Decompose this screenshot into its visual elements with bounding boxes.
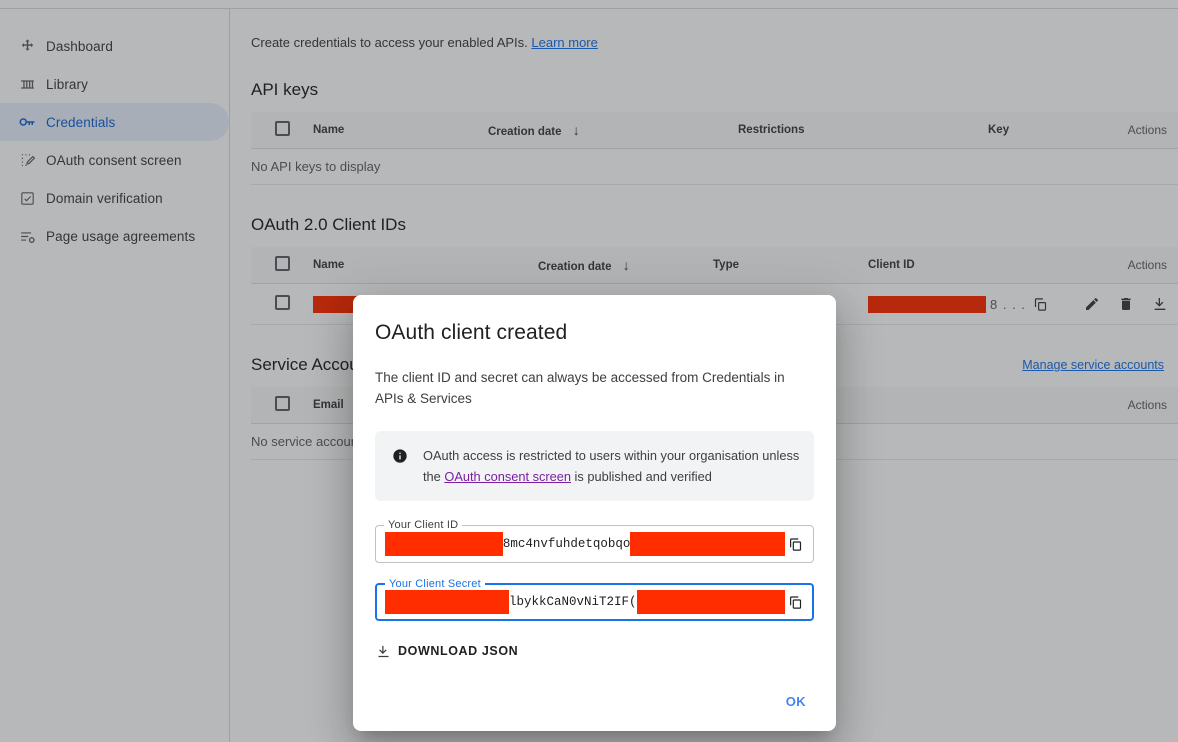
- dialog-body-text: The client ID and secret can always be a…: [375, 367, 795, 409]
- redaction-bar: [630, 532, 785, 556]
- client-id-visible-text: 8mc4nvfuhdetqobqo: [503, 537, 631, 551]
- copy-icon[interactable]: [785, 534, 805, 554]
- redaction-bar: [385, 532, 503, 556]
- oauth-restriction-banner: OAuth access is restricted to users with…: [375, 431, 814, 501]
- oauth-client-created-dialog: OAuth client created The client ID and s…: [353, 295, 836, 731]
- dialog-footer: OK: [776, 686, 816, 717]
- copy-icon[interactable]: [785, 592, 805, 612]
- client-secret-field[interactable]: Your Client Secret lbykkCaN0vNiT2IF(: [375, 583, 814, 621]
- client-secret-visible-text: lbykkCaN0vNiT2IF(: [509, 595, 637, 609]
- banner-text: OAuth access is restricted to users with…: [423, 445, 800, 487]
- download-icon: [375, 643, 391, 659]
- client-secret-label: Your Client Secret: [385, 578, 485, 590]
- client-id-field[interactable]: Your Client ID 8mc4nvfuhdetqobqo: [375, 525, 814, 563]
- banner-text-after: is published and verified: [571, 469, 712, 484]
- ok-button[interactable]: OK: [776, 686, 816, 717]
- download-json-button[interactable]: DOWNLOAD JSON: [375, 643, 518, 659]
- dialog-title: OAuth client created: [375, 321, 814, 345]
- client-id-value[interactable]: 8mc4nvfuhdetqobqo: [385, 532, 785, 556]
- download-json-label: DOWNLOAD JSON: [398, 644, 518, 658]
- client-secret-value[interactable]: lbykkCaN0vNiT2IF(: [385, 590, 785, 614]
- redaction-bar: [637, 590, 785, 614]
- info-icon: [391, 447, 409, 465]
- redaction-bar: [385, 590, 509, 614]
- oauth-consent-screen-link[interactable]: OAuth consent screen: [444, 469, 571, 484]
- client-id-label: Your Client ID: [384, 519, 462, 531]
